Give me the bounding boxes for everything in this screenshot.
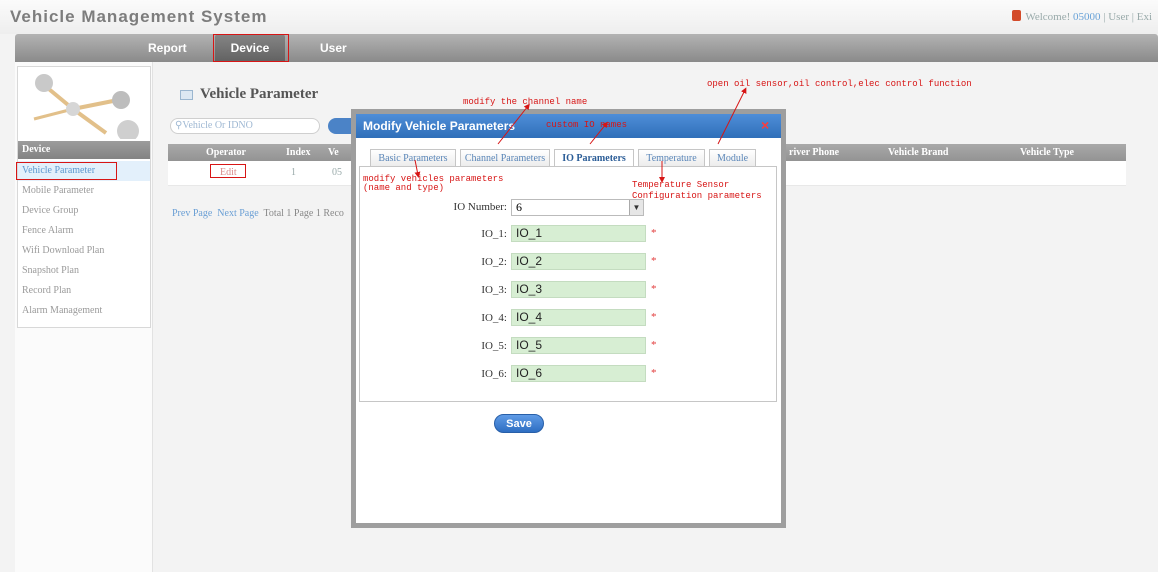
prev-page-link[interactable]: Prev Page	[172, 208, 212, 219]
sidebar-item-fence-alarm[interactable]: Fence Alarm	[18, 221, 150, 241]
io-number-select[interactable]: 6 ▼	[511, 199, 644, 216]
sidebar-item-snapshot-plan[interactable]: Snapshot Plan	[18, 261, 150, 281]
highlight-box-device-tab	[213, 34, 289, 62]
row-vehicle: 05	[332, 167, 342, 178]
io-number-label: IO Number:	[453, 201, 507, 213]
io-4-input[interactable]: IO_4	[511, 309, 646, 326]
main-nav: Report Device User	[15, 34, 1158, 62]
top-bar: Vehicle Management System Welcome! 05000…	[0, 0, 1158, 34]
io-3-label: IO_3:	[481, 284, 507, 296]
sidebar-item-mobile-parameter[interactable]: Mobile Parameter	[18, 181, 150, 201]
search-input[interactable]: ⚲Vehicle Or IDNO	[170, 118, 320, 134]
io-parameters-panel: IO Number: 6 ▼ IO_1: IO_1 * IO_2: IO_2 *…	[359, 166, 777, 402]
tab-temperature[interactable]: Temperature	[638, 149, 705, 167]
io-5-label: IO_5:	[481, 340, 507, 352]
io-6-label: IO_6:	[481, 368, 507, 380]
save-button[interactable]: Save	[494, 414, 544, 433]
close-icon[interactable]: ×	[761, 117, 769, 133]
sidebar-item-wifi-download-plan[interactable]: Wifi Download Plan	[18, 241, 150, 261]
app-title: Vehicle Management System	[10, 7, 268, 26]
required-mark: *	[651, 367, 657, 379]
pager: Prev Page Next Page Total 1 Page 1 Reco	[172, 208, 344, 219]
highlight-box-edit	[210, 164, 246, 178]
col-driver-phone: river Phone	[789, 147, 840, 158]
row-index: 1	[291, 167, 296, 178]
col-vehicle: Ve	[328, 147, 339, 158]
required-mark: *	[651, 227, 657, 239]
exit-link[interactable]: Exi	[1137, 11, 1152, 23]
nav-user[interactable]: User	[320, 34, 347, 62]
col-index: Index	[286, 147, 311, 158]
chevron-down-icon[interactable]: ▼	[629, 200, 643, 215]
col-operator: Operator	[206, 147, 246, 158]
io-1-label: IO_1:	[481, 228, 507, 240]
modify-vehicle-modal: Modify Vehicle Parameters × Basic Parame…	[351, 109, 786, 528]
sidebar-item-device-group[interactable]: Device Group	[18, 201, 150, 221]
welcome-text: Welcome!	[1025, 11, 1071, 23]
tab-module[interactable]: Module	[709, 149, 756, 167]
molecule-logo-icon	[33, 74, 139, 139]
nav-report[interactable]: Report	[148, 34, 187, 62]
io-6-input[interactable]: IO_6	[511, 365, 646, 382]
page-title: Vehicle Parameter	[200, 86, 319, 102]
user-name[interactable]: 05000	[1073, 11, 1101, 23]
sidebar-item-alarm-management[interactable]: Alarm Management	[18, 301, 150, 321]
io-4-label: IO_4:	[481, 312, 507, 324]
annotation-channel: modify the channel name	[463, 97, 588, 107]
user-role: | User |	[1103, 11, 1134, 23]
annotation-basic-2: (name and type)	[363, 183, 445, 193]
annotation-temp-2: Configuration parameters	[632, 191, 762, 201]
col-vehicle-type: Vehicle Type	[1020, 147, 1074, 158]
annotation-temp-1: Temperature Sensor	[632, 180, 730, 190]
required-mark: *	[651, 311, 657, 323]
sidebar: Device Vehicle Parameter Mobile Paramete…	[15, 62, 153, 572]
tab-io-parameters[interactable]: IO Parameters	[554, 149, 634, 167]
col-vehicle-brand: Vehicle Brand	[888, 147, 949, 158]
sidebar-header: Device	[18, 141, 150, 159]
search-placeholder: Vehicle Or IDNO	[182, 120, 253, 131]
vehicle-parameter-icon	[180, 90, 193, 100]
sidebar-panel: Device Vehicle Parameter Mobile Paramete…	[17, 66, 151, 328]
io-5-input[interactable]: IO_5	[511, 337, 646, 354]
annotation-io-names: custom IO names	[546, 120, 628, 130]
next-page-link[interactable]: Next Page	[217, 208, 258, 219]
io-number-value: 6	[516, 200, 522, 214]
required-mark: *	[651, 283, 657, 295]
modal-title: Modify Vehicle Parameters	[363, 119, 516, 133]
sidebar-item-record-plan[interactable]: Record Plan	[18, 281, 150, 301]
sidebar-list: Vehicle Parameter Mobile Parameter Devic…	[18, 161, 150, 321]
tab-channel-parameters[interactable]: Channel Parameters	[460, 149, 550, 167]
required-mark: *	[651, 255, 657, 267]
io-1-input[interactable]: IO_1	[511, 225, 646, 242]
welcome-area: Welcome! 05000 | User | Exi	[1012, 10, 1152, 23]
required-mark: *	[651, 339, 657, 351]
highlight-box-vehicle-parameter	[16, 162, 117, 180]
pager-summary: Total 1 Page 1 Reco	[263, 208, 344, 219]
lock-icon[interactable]	[1012, 10, 1022, 21]
io-2-input[interactable]: IO_2	[511, 253, 646, 270]
io-3-input[interactable]: IO_3	[511, 281, 646, 298]
io-2-label: IO_2:	[481, 256, 507, 268]
tab-basic-parameters[interactable]: Basic Parameters	[370, 149, 456, 167]
annotation-module: open oil sensor,oil control,elec control…	[707, 79, 972, 89]
